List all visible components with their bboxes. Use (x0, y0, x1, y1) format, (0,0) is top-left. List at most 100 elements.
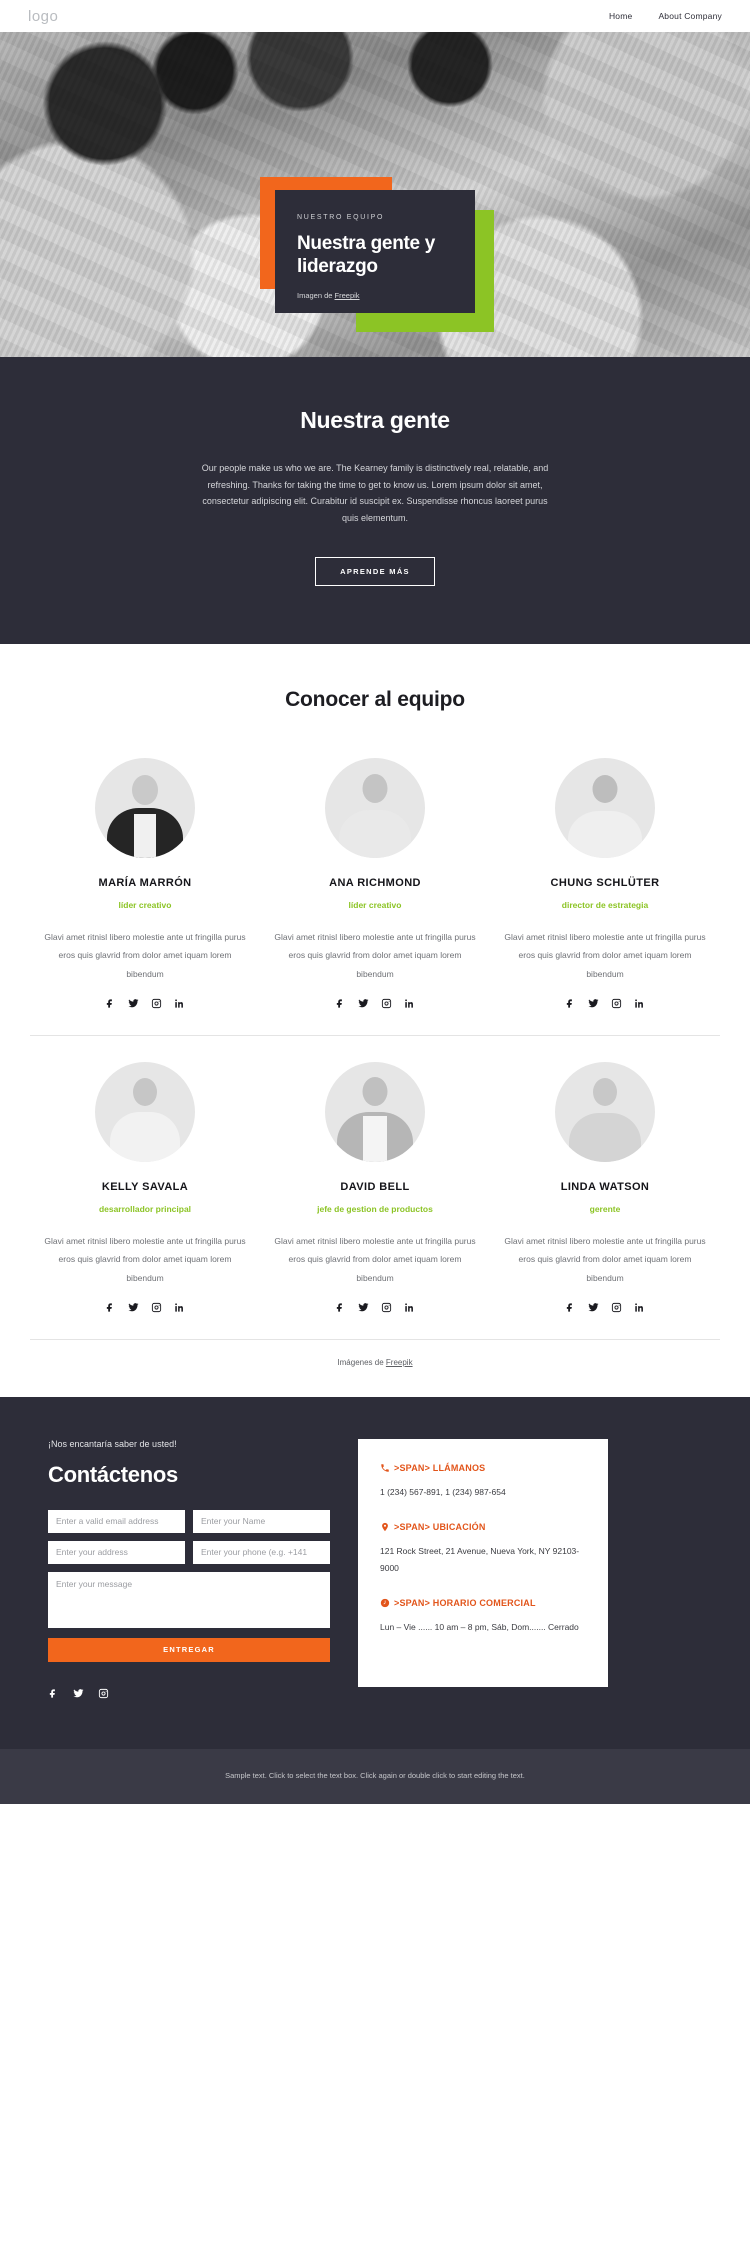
team-section-title: Conocer al equipo (285, 687, 465, 711)
contact-social-links (48, 1688, 330, 1699)
member-bio: Glavi amet ritnisl libero molestie ante … (274, 931, 476, 979)
member-name: MARÍA MARRÓN (98, 876, 192, 889)
facebook-icon[interactable] (105, 1302, 116, 1313)
hero-section: NUESTRO EQUIPO Nuestra gente y liderazgo… (0, 32, 750, 357)
team-member-card: ANA RICHMOND líder creativo Glavi amet r… (260, 757, 490, 1035)
instagram-icon[interactable] (151, 998, 162, 1009)
twitter-icon[interactable] (358, 998, 369, 1009)
contact-info-heading-text: >SPAN> HORARIO COMERCIAL (394, 1598, 536, 1609)
intro-section: Nuestra gente Our people make us who we … (0, 357, 750, 644)
twitter-icon[interactable] (588, 1302, 599, 1313)
facebook-icon[interactable] (105, 998, 116, 1009)
member-social-links (274, 1302, 476, 1313)
contact-info-body: 1 (234) 567-891, 1 (234) 987-654 (380, 1486, 506, 1497)
submit-button[interactable]: ENTREGAR (48, 1637, 330, 1662)
member-social-links (504, 1302, 706, 1313)
nav-item-about-company[interactable]: About Company (658, 11, 722, 21)
linkedin-icon[interactable] (634, 998, 645, 1009)
avatar (325, 757, 425, 858)
twitter-icon[interactable] (358, 1302, 369, 1313)
hero-credit-link[interactable]: Freepik (335, 291, 360, 300)
site-footer: Sample text. Click to select the text bo… (0, 1748, 750, 1804)
phone-icon (381, 1463, 389, 1472)
member-bio: Glavi amet ritnisl libero molestie ante … (274, 1235, 476, 1283)
linkedin-icon[interactable] (634, 1302, 645, 1313)
contact-title: Contáctenos (48, 1461, 178, 1487)
team-credit-link[interactable]: Freepik (386, 1358, 413, 1367)
form-row (48, 1540, 330, 1564)
team-member-card: CHUNG SCHLÜTER director de estrategia Gl… (490, 757, 720, 1035)
facebook-icon[interactable] (335, 1302, 346, 1313)
team-images-credit: Imágenes de Freepik (30, 1338, 720, 1367)
hero-title: Nuestra gente y liderazgo (297, 233, 436, 278)
team-credit-prefix: Imágenes de (337, 1357, 386, 1367)
instagram-icon[interactable] (381, 1302, 392, 1313)
linkedin-icon[interactable] (404, 1302, 415, 1313)
instagram-icon[interactable] (611, 998, 622, 1009)
avatar (555, 1061, 655, 1162)
logo[interactable]: logo (28, 8, 58, 25)
member-name: CHUNG SCHLÜTER (550, 876, 660, 889)
twitter-icon[interactable] (128, 1302, 139, 1313)
contact-info-heading-text: >SPAN> UBICACIÓN (394, 1522, 486, 1533)
facebook-icon[interactable] (565, 998, 576, 1009)
message-field[interactable] (48, 1571, 330, 1628)
learn-more-button[interactable]: APRENDE MÁS (315, 556, 435, 586)
twitter-icon[interactable] (128, 998, 139, 1009)
contact-info-body: Lun – Vie ...... 10 am – 8 pm, Sáb, Dom.… (380, 1622, 579, 1633)
instagram-icon[interactable] (151, 1302, 162, 1313)
linkedin-icon[interactable] (174, 1302, 185, 1313)
linkedin-icon[interactable] (174, 998, 185, 1009)
member-name: DAVID BELL (340, 1180, 410, 1193)
contact-info-body: 121 Rock Street, 21 Avenue, Nueva York, … (380, 1546, 580, 1573)
phone-field[interactable] (193, 1540, 330, 1564)
location-pin-icon (382, 1523, 388, 1532)
contact-info-heading-text: >SPAN> LLÁMANOS (394, 1462, 486, 1473)
contact-info-heading: >SPAN> UBICACIÓN (380, 1522, 586, 1532)
linkedin-icon[interactable] (404, 998, 415, 1009)
hero-text-card: NUESTRO EQUIPO Nuestra gente y liderazgo… (275, 190, 475, 313)
footer-sample-text: Sample text. Click to select the text bo… (225, 1770, 525, 1780)
avatar (95, 757, 195, 858)
contact-info-heading: >SPAN> HORARIO COMERCIAL (380, 1598, 586, 1608)
contact-section: ¡Nos encantaría saber de usted! Contácte… (0, 1396, 750, 1749)
member-role: desarrollador principal (98, 1203, 192, 1214)
contact-info-call-us: >SPAN> LLÁMANOS 1 (234) 567-891, 1 (234)… (380, 1463, 586, 1501)
hero-credit-prefix: Imagen de (297, 291, 335, 301)
member-name: ANA RICHMOND (329, 876, 421, 889)
contact-info-location: >SPAN> UBICACIÓN 121 Rock Street, 21 Ave… (380, 1522, 586, 1576)
page-root: logo Home About Company NUESTRO EQUIPO N… (0, 0, 750, 1804)
facebook-icon[interactable] (565, 1302, 576, 1313)
contact-info-business-hours: >SPAN> HORARIO COMERCIAL Lun – Vie .....… (380, 1598, 586, 1636)
team-section: Conocer al equipo MARÍA MARRÓN líder cre… (0, 643, 750, 1397)
instagram-icon[interactable] (611, 1302, 622, 1313)
avatar (555, 757, 655, 858)
name-field[interactable] (193, 1509, 330, 1533)
nav-item-home[interactable]: Home (609, 11, 632, 21)
hero-eyebrow: NUESTRO EQUIPO (297, 214, 385, 221)
team-grid: MARÍA MARRÓN líder creativo Glavi amet r… (30, 757, 720, 1339)
contact-info-heading: >SPAN> LLÁMANOS (380, 1463, 586, 1473)
member-bio: Glavi amet ritnisl libero molestie ante … (44, 931, 246, 979)
team-member-card: KELLY SAVALA desarrollador principal Gla… (30, 1034, 260, 1339)
instagram-icon[interactable] (98, 1688, 109, 1699)
member-name: LINDA WATSON (560, 1180, 650, 1193)
site-header: logo Home About Company (0, 0, 750, 32)
email-field[interactable] (48, 1509, 185, 1533)
contact-eyebrow: ¡Nos encantaría saber de usted! (48, 1438, 177, 1449)
facebook-icon[interactable] (48, 1688, 59, 1699)
facebook-icon[interactable] (335, 998, 346, 1009)
instagram-icon[interactable] (381, 998, 392, 1009)
member-social-links (44, 1302, 246, 1313)
member-role: jefe de gestion de productos (317, 1203, 433, 1214)
member-social-links (504, 998, 706, 1009)
address-field[interactable] (48, 1540, 185, 1564)
team-member-card: MARÍA MARRÓN líder creativo Glavi amet r… (30, 757, 260, 1035)
intro-title: Nuestra gente (300, 407, 450, 433)
intro-paragraph: Our people make us who we are. The Kearn… (201, 463, 549, 523)
member-bio: Glavi amet ritnisl libero molestie ante … (44, 1235, 246, 1283)
twitter-icon[interactable] (588, 998, 599, 1009)
main-navigation: Home About Company (609, 11, 722, 21)
member-role: director de estrategia (561, 899, 649, 910)
twitter-icon[interactable] (73, 1688, 84, 1699)
